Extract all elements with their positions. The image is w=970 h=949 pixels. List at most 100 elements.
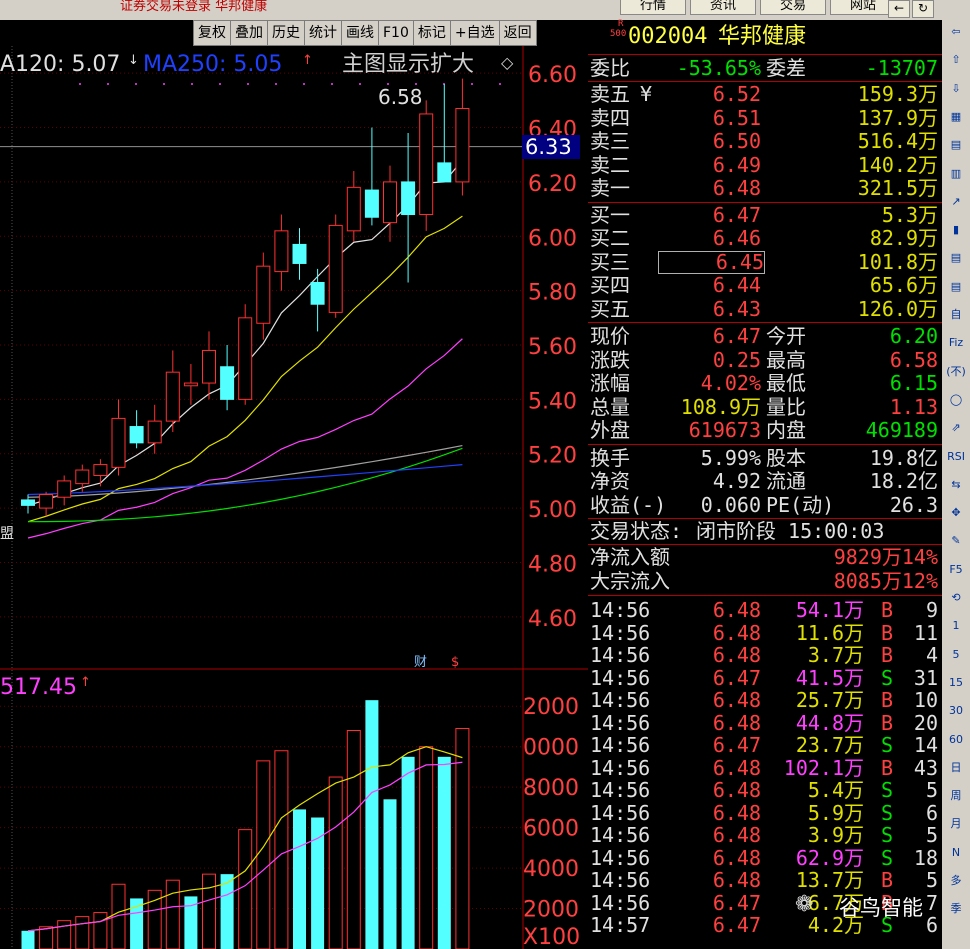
sidebar-tool-icon[interactable]: 60 [945,730,967,750]
mark-button[interactable]: 标记 [412,20,451,46]
sidebar-tool-icon[interactable]: (不) [945,362,967,382]
tick-time: 14:56 [590,665,651,690]
top-dot [135,83,137,85]
stat-label: 净资 [590,469,630,493]
right-sidebar: ⇦ ⇧ ⇩ ▦ ▤ ▥ ↗ ▮ ▤ ▤ 自 Fiz (不) ◯ ⇗ RSI ⇆ ✥ ✎ F5 ⟲ 1 5 15 30 60 日周月 N… [942,20,970,949]
tab-wangzhan[interactable]: 网站 [830,0,896,15]
sidebar-tool-icon[interactable]: ▦ [945,107,967,127]
volume-bar [238,829,253,949]
tick-count: 11 [913,620,938,645]
sidebar-tool-icon[interactable]: ⇧ [945,50,967,70]
sidebar-tool-icon[interactable]: 5 [945,645,967,665]
tick-price: 6.47 [712,733,761,757]
sidebar-tool-icon[interactable]: ⟲ [945,588,967,608]
sidebar-tool-icon[interactable]: 季 [945,899,967,919]
sidebar-tool-icon[interactable]: N [945,843,967,863]
sidebar-tool-icon[interactable]: ⇩ [945,79,967,99]
sidebar-tool-icon[interactable]: 1 [945,616,967,636]
return-button[interactable]: 返回 [498,20,537,46]
sidebar-tool-icon[interactable]: ▮ [945,220,967,240]
candle-body [220,366,235,400]
sidebar-tool-icon[interactable]: ⇦ [945,22,967,42]
price-tick-label: 4.60 [528,607,577,632]
sidebar-tool-icon[interactable]: 30 [945,701,967,721]
tick-price: 6.47 [712,890,761,915]
sidebar-tool-icon[interactable]: 日 [945,758,967,778]
candle-body [129,426,144,444]
f10-button[interactable]: F10 [378,20,414,46]
tick-count: 43 [913,755,938,780]
sidebar-tool-icon[interactable]: ▤ [945,135,967,155]
tab-zixun[interactable]: 资讯 [690,0,756,15]
tick-side: S [881,823,894,847]
history-button[interactable]: 历史 [267,20,305,46]
sidebar-tool-icon[interactable]: ▤ [945,277,967,297]
kline-chart[interactable]: 6.606.406.206.005.805.605.405.205.004.80… [0,46,588,949]
sidebar-tool-icon[interactable]: 多 [945,871,967,891]
sidebar-tool-icon[interactable]: Fiz [945,333,967,353]
ask-price: 6.51 [712,105,761,130]
sidebar-tool-icon[interactable]: ◯ [945,390,967,410]
volume-bar [93,912,108,949]
top-dot [499,83,501,85]
tick-time: 14:56 [590,688,651,712]
sidebar-tool-icon[interactable]: ✎ [945,531,967,551]
ask-label: 卖四 [590,105,630,130]
trade-status-value: 闭市阶段 15:00:03 [696,519,885,543]
stat-label: 现价 [590,324,630,348]
sidebar-tool-icon[interactable]: RSI [945,447,967,467]
add-watchlist-button[interactable]: +自选 [449,20,500,46]
volume-bar [383,799,397,949]
volume-bar [293,809,306,949]
stats-button[interactable]: 统计 [304,20,342,46]
price-tick-label: 4.80 [528,552,577,577]
ask-label: 卖一 [590,176,630,200]
sidebar-tool-icon[interactable]: 月 [945,814,967,834]
candle-body [202,349,216,384]
stat-label: 内盘 [766,418,806,442]
sidebar-tool-icon[interactable]: ▥ [945,164,967,184]
sidebar-tool-icon[interactable]: ✥ [945,503,967,523]
price-tick-label: 6.00 [528,226,577,251]
tick-side: S [881,733,894,757]
sidebar-tool-icon[interactable]: ↗ [945,192,967,212]
bid-label: 买一 [590,202,630,227]
sidebar-tool-icon[interactable]: 周 [945,786,967,806]
volume-tick-label: 2000 [523,898,579,923]
tick-price: 6.48 [712,620,761,645]
volume-bar [311,817,325,949]
diamond-icon[interactable]: ◇ [501,53,514,72]
draw-line-button[interactable]: 画线 [341,20,379,46]
stat-value: 6.47 [712,324,761,348]
ma250-label: MA250: 5.05 [143,52,282,77]
tick-price: 6.48 [712,778,761,802]
top-dot [359,83,361,85]
tick-time: 14:56 [590,710,651,735]
tick-count: 31 [913,665,938,690]
back-icon[interactable]: ← [888,0,910,18]
sidebar-tool-icon[interactable]: ▤ [945,248,967,268]
dividend-event-icon[interactable]: $ [451,655,459,670]
tick-time: 14:56 [590,733,651,757]
sidebar-tool-icon[interactable]: 自 [945,305,967,325]
tab-jiaoyi[interactable]: 交易 [760,0,826,15]
tick-time: 14:57 [590,913,651,937]
tick-count: 20 [913,710,938,735]
candle-body [75,469,90,485]
refresh-icon[interactable]: ↻ [912,0,934,18]
fuquan-button[interactable]: 复权 [193,20,231,46]
bid-volume: 5.3万 [881,202,938,227]
candle-body [437,162,452,183]
ask-volume: 321.5万 [857,176,938,200]
sidebar-tool-icon[interactable]: F5 [945,560,967,580]
sidebar-tool-icon[interactable]: ⇆ [945,475,967,495]
sidebar-tool-icon[interactable]: ⇗ [945,418,967,438]
volume-tick-label: 6000 [523,817,579,842]
sidebar-tool-icon[interactable]: 15 [945,673,967,693]
tick-price: 6.48 [712,823,761,847]
overlay-button[interactable]: 叠加 [230,20,268,46]
chart-title[interactable]: 主图显示扩大 [342,52,474,77]
candle-body [57,480,72,498]
tab-hangqing[interactable]: 行情 [620,0,686,15]
finance-event-icon[interactable]: 财 [414,655,427,670]
